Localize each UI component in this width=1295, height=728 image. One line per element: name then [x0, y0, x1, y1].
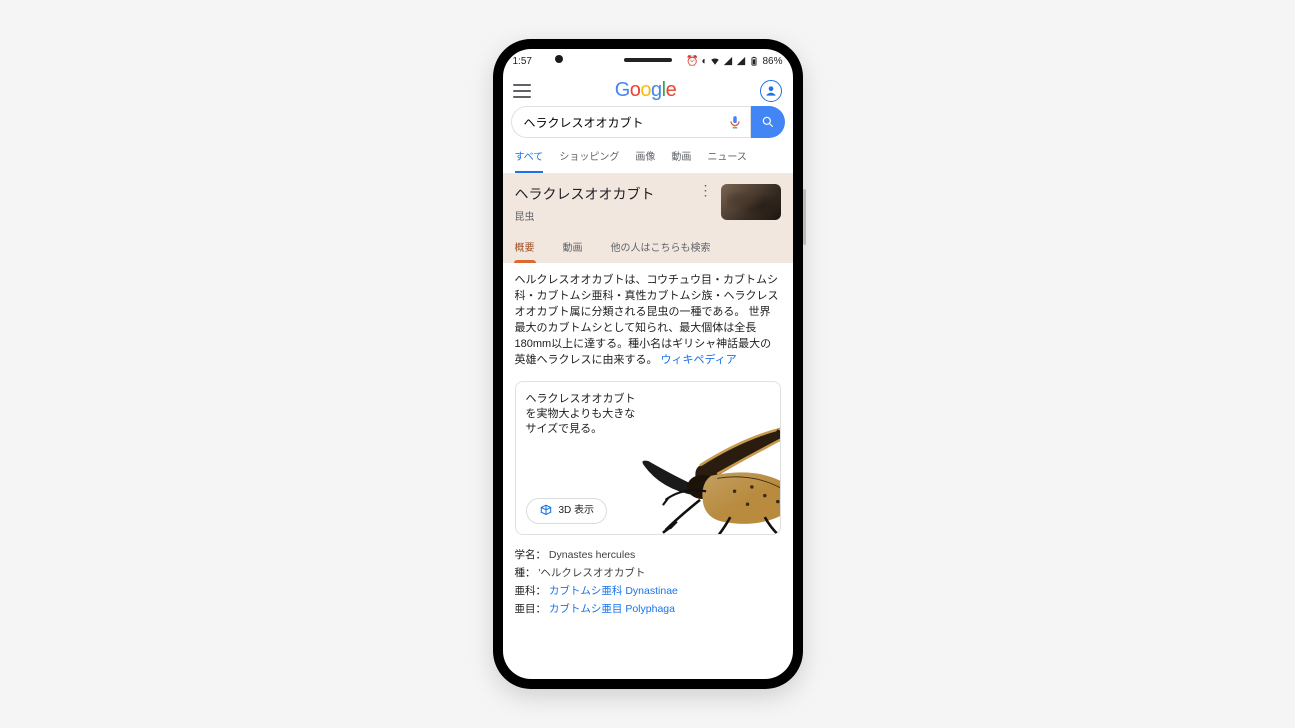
search-row — [503, 106, 793, 138]
mic-icon[interactable] — [728, 115, 742, 129]
kp-subtitle: 昆虫 — [515, 208, 655, 223]
status-icons: ⏰ ◐ 86% — [686, 56, 783, 67]
battery-percent: 86% — [762, 56, 782, 67]
tab-news[interactable]: ニュース — [707, 148, 747, 173]
screen: 1:57 ⏰ ◐ 86% Google — [503, 49, 793, 679]
phone-frame: 1:57 ⏰ ◐ 86% Google — [493, 39, 803, 689]
tab-videos[interactable]: 動画 — [671, 148, 691, 173]
tab-shopping[interactable]: ショッピング — [559, 148, 619, 173]
dnd-icon: ◐ — [701, 56, 707, 67]
ar-3d-button[interactable]: 3D 表示 — [526, 498, 608, 525]
fact-subfamily: 亜科： カブトムシ亜科 Dynastinae — [515, 583, 781, 601]
beetle-illustration — [618, 404, 781, 535]
content-area: ヘルクレスオオカブトは、コウチュウ目・カブトムシ科・カブトムシ亜科・真性カブトム… — [503, 263, 793, 679]
signal-icon — [723, 56, 733, 66]
fact-suborder: 亜目： カブトムシ亜目 Polyphaga — [515, 601, 781, 619]
app-header: Google — [503, 73, 793, 106]
statusbar: 1:57 ⏰ ◐ 86% — [503, 49, 793, 73]
search-input[interactable] — [524, 115, 728, 129]
account-button[interactable] — [760, 80, 782, 102]
kp-tab-videos[interactable]: 動画 — [563, 239, 583, 263]
cube-3d-icon — [539, 504, 553, 518]
tab-all[interactable]: すべて — [515, 148, 544, 173]
search-icon — [761, 115, 775, 129]
search-box[interactable] — [511, 106, 751, 138]
fact-sci-name: 学名： Dynastes hercules — [515, 547, 781, 565]
search-button[interactable] — [751, 106, 785, 138]
phone-side-button — [803, 189, 806, 245]
knowledge-panel-header: ヘラクレスオオカブト 昆虫 ⋮ 概要 動画 他の人はこちらも検索 — [503, 174, 793, 263]
kp-more-button[interactable]: ⋮ — [699, 182, 713, 199]
suborder-link[interactable]: カブトムシ亜目 Polyphaga — [549, 603, 675, 615]
category-tabs: すべて ショッピング 画像 動画 ニュース — [503, 138, 793, 174]
facts-list: 学名： Dynastes hercules 種： 'ヘルクレスオオカブト 亜科：… — [515, 547, 781, 618]
tab-images[interactable]: 画像 — [635, 148, 655, 173]
wifi-icon — [710, 56, 720, 66]
alarm-icon: ⏰ — [686, 56, 698, 67]
status-time: 1:57 — [513, 56, 532, 67]
google-logo: Google — [615, 79, 677, 102]
kp-tabs: 概要 動画 他の人はこちらも検索 — [515, 239, 781, 263]
signal-icon-2 — [736, 56, 746, 66]
menu-button[interactable] — [513, 84, 531, 98]
kp-title: ヘラクレスオオカブト — [515, 184, 655, 204]
subfamily-link[interactable]: カブトムシ亜科 Dynastinae — [549, 585, 678, 597]
kp-thumbnail[interactable] — [721, 184, 781, 220]
ar-card[interactable]: ヘラクレスオオカブトを実物大よりも大きなサイズで見る。 3D 表示 — [515, 381, 781, 536]
wikipedia-link[interactable]: ウィキペディア — [661, 354, 737, 366]
kp-tab-related[interactable]: 他の人はこちらも検索 — [611, 239, 711, 263]
kp-description: ヘルクレスオオカブトは、コウチュウ目・カブトムシ科・カブトムシ亜科・真性カブトム… — [515, 273, 781, 369]
kp-tab-overview[interactable]: 概要 — [515, 239, 535, 263]
ar-button-label: 3D 表示 — [559, 504, 595, 519]
battery-icon — [749, 56, 759, 66]
account-icon — [764, 84, 778, 98]
fact-species: 種： 'ヘルクレスオオカブト — [515, 565, 781, 583]
